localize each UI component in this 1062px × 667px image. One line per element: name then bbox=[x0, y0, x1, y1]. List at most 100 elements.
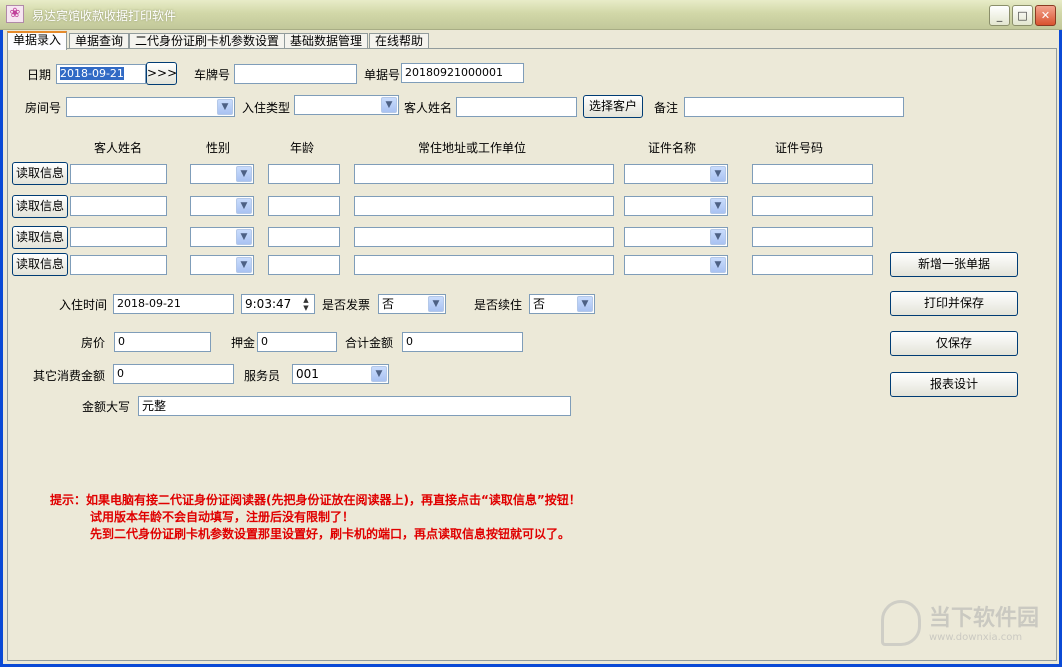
plate-label: 车牌号 bbox=[194, 68, 231, 82]
uppercase-amount-label: 金额大写 bbox=[82, 400, 131, 414]
guest-name-label: 客人姓名 bbox=[404, 101, 453, 115]
tab-base-data[interactable]: 基础数据管理 bbox=[284, 33, 369, 49]
spin-arrows-icon[interactable]: ▲ ▼ bbox=[299, 296, 313, 312]
chevron-down-icon[interactable]: ▼ bbox=[371, 366, 387, 382]
guest-name-cell[interactable] bbox=[70, 164, 167, 184]
title-bar[interactable]: ❀ 易达宾馆收款收据打印软件 _ □ ✕ bbox=[0, 0, 1062, 30]
chevron-down-icon[interactable]: ▼ bbox=[710, 166, 726, 182]
tab-online-help[interactable]: 在线帮助 bbox=[369, 33, 430, 49]
chevron-down-icon[interactable]: ▼ bbox=[577, 296, 593, 312]
total-field[interactable]: 0 bbox=[402, 332, 523, 352]
maximize-button[interactable]: □ bbox=[1012, 5, 1033, 26]
date-value: 2018-09-21 bbox=[60, 67, 124, 80]
date-field[interactable]: 2018-09-21 bbox=[56, 64, 146, 84]
guest-name-cell[interactable] bbox=[70, 227, 167, 247]
tab-id-reader-settings[interactable]: 二代身份证刷卡机参数设置 bbox=[129, 33, 286, 49]
age-cell[interactable] bbox=[268, 255, 340, 275]
chevron-down-icon[interactable]: ▼ bbox=[236, 166, 252, 182]
tab-receipt-entry[interactable]: 单据录入 bbox=[7, 31, 68, 50]
id-number-cell[interactable] bbox=[752, 227, 873, 247]
tab-receipt-query[interactable]: 单据查询 bbox=[69, 33, 130, 49]
age-cell[interactable] bbox=[268, 227, 340, 247]
other-amount-field[interactable]: 0 bbox=[113, 364, 234, 384]
read-id-button[interactable]: 读取信息 bbox=[12, 253, 68, 276]
checkin-type-label: 入住类型 bbox=[242, 101, 291, 115]
print-save-button[interactable]: 打印并保存 bbox=[890, 291, 1018, 316]
date-picker-button[interactable]: >>> bbox=[146, 62, 177, 85]
new-receipt-button[interactable]: 新增一张单据 bbox=[890, 252, 1018, 277]
save-only-button[interactable]: 仅保存 bbox=[890, 331, 1018, 356]
id-type-select[interactable]: ▼ bbox=[624, 227, 728, 247]
staff-value: 001 bbox=[296, 367, 319, 381]
id-type-select[interactable]: ▼ bbox=[624, 196, 728, 216]
age-cell[interactable] bbox=[268, 164, 340, 184]
column-header-id-number: 证件号码 bbox=[775, 141, 824, 155]
gender-select[interactable]: ▼ bbox=[190, 227, 254, 247]
id-number-cell[interactable] bbox=[752, 164, 873, 184]
checkin-time-field[interactable]: 9:03:47 ▲ ▼ bbox=[241, 294, 315, 314]
hint-line-1: 提示：如果电脑有接二代证身份证阅读器(先把身份证放在阅读器上)，再直接点击“读取… bbox=[50, 493, 581, 507]
chevron-down-icon[interactable]: ▼ bbox=[710, 257, 726, 273]
guest-name-cell[interactable] bbox=[70, 196, 167, 216]
gender-select[interactable]: ▼ bbox=[190, 196, 254, 216]
read-id-button[interactable]: 读取信息 bbox=[12, 226, 68, 249]
deposit-field[interactable]: 0 bbox=[257, 332, 337, 352]
remark-label: 备注 bbox=[654, 101, 679, 115]
receipt-no-field[interactable]: 20180921000001 bbox=[401, 63, 524, 83]
checkin-date-field[interactable]: 2018-09-21 bbox=[113, 294, 234, 314]
chevron-down-icon[interactable]: ▼ bbox=[236, 198, 252, 214]
gender-select[interactable]: ▼ bbox=[190, 164, 254, 184]
checkin-time-label: 入住时间 bbox=[59, 298, 108, 312]
staff-label: 服务员 bbox=[244, 369, 281, 383]
room-price-label: 房价 bbox=[81, 336, 106, 350]
chevron-down-icon[interactable]: ▼ bbox=[710, 198, 726, 214]
chevron-down-icon[interactable]: ▼ bbox=[710, 229, 726, 245]
guest-name-cell[interactable] bbox=[70, 255, 167, 275]
invoice-value: 否 bbox=[382, 297, 395, 311]
id-number-cell[interactable] bbox=[752, 196, 873, 216]
gender-select[interactable]: ▼ bbox=[190, 255, 254, 275]
checkin-type-select[interactable]: ▼ bbox=[294, 95, 399, 115]
room-select[interactable]: ▼ bbox=[66, 97, 235, 117]
chevron-down-icon[interactable]: ▼ bbox=[236, 229, 252, 245]
column-header-age: 年龄 bbox=[290, 141, 315, 155]
staff-select[interactable]: 001 ▼ bbox=[292, 364, 389, 384]
address-cell[interactable] bbox=[354, 227, 614, 247]
minimize-button[interactable]: _ bbox=[989, 5, 1010, 26]
watermark-logo-icon bbox=[881, 600, 921, 646]
chevron-down-icon[interactable]: ▼ bbox=[381, 97, 397, 113]
renew-label: 是否续住 bbox=[474, 298, 523, 312]
age-cell[interactable] bbox=[268, 196, 340, 216]
plate-field[interactable] bbox=[234, 64, 357, 84]
room-price-field[interactable]: 0 bbox=[114, 332, 211, 352]
chevron-down-icon[interactable]: ▼ bbox=[428, 296, 444, 312]
invoice-label: 是否发票 bbox=[322, 298, 371, 312]
address-cell[interactable] bbox=[354, 255, 614, 275]
select-customer-button[interactable]: 选择客户 bbox=[583, 95, 643, 118]
receipt-entry-panel: 日期 2018-09-21 >>> 车牌号 单据号 20180921000001… bbox=[7, 48, 1057, 661]
total-label: 合计金额 bbox=[345, 336, 394, 350]
hint-line-3: 先到二代身份证刷卡机参数设置那里设置好，刷卡机的端口，再点读取信息按钮就可以了。 bbox=[90, 527, 571, 541]
column-header-address: 常住地址或工作单位 bbox=[418, 141, 527, 155]
id-type-select[interactable]: ▼ bbox=[624, 164, 728, 184]
invoice-select[interactable]: 否 ▼ bbox=[378, 294, 446, 314]
chevron-down-icon[interactable]: ▼ bbox=[236, 257, 252, 273]
guest-name-field[interactable] bbox=[456, 97, 577, 117]
close-button[interactable]: ✕ bbox=[1035, 5, 1056, 26]
chevron-down-icon[interactable]: ▼ bbox=[217, 99, 233, 115]
column-header-gender: 性别 bbox=[206, 141, 231, 155]
checkin-time-value: 9:03:47 bbox=[245, 297, 292, 311]
renew-select[interactable]: 否 ▼ bbox=[529, 294, 595, 314]
remark-field[interactable] bbox=[684, 97, 904, 117]
flower-icon: ❀ bbox=[6, 5, 24, 23]
column-header-guest-name: 客人姓名 bbox=[94, 141, 143, 155]
address-cell[interactable] bbox=[354, 196, 614, 216]
read-id-button[interactable]: 读取信息 bbox=[12, 195, 68, 218]
id-number-cell[interactable] bbox=[752, 255, 873, 275]
id-type-select[interactable]: ▼ bbox=[624, 255, 728, 275]
address-cell[interactable] bbox=[354, 164, 614, 184]
report-design-button[interactable]: 报表设计 bbox=[890, 372, 1018, 397]
read-id-button[interactable]: 读取信息 bbox=[12, 162, 68, 185]
hint-line-2: 试用版本年龄不会自动填写，注册后没有限制了！ bbox=[90, 510, 355, 524]
uppercase-amount-field[interactable]: 元整 bbox=[138, 396, 571, 416]
